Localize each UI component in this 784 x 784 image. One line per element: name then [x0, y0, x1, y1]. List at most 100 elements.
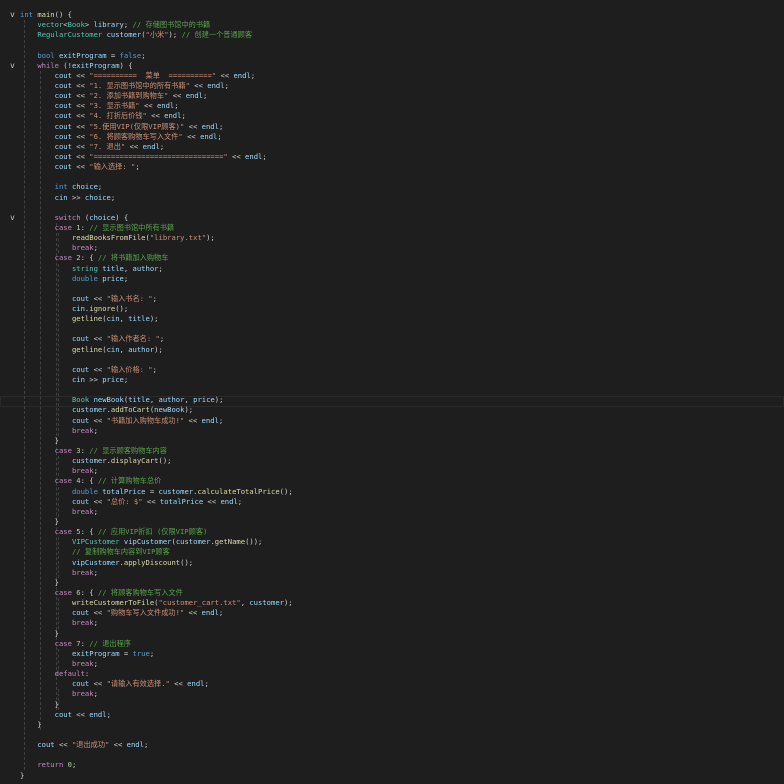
code-line[interactable]: [0, 284, 784, 294]
code-token: // 将书籍加入购物车: [97, 253, 169, 263]
code-line[interactable]: cout << "========== 菜单 ==========" << en…: [0, 71, 784, 81]
code-line[interactable]: getline(cin, title);: [0, 314, 784, 324]
code-line[interactable]: return 0;: [0, 760, 784, 770]
code-line[interactable]: [0, 750, 784, 760]
code-line[interactable]: [0, 203, 784, 213]
code-line[interactable]: cout << "2. 添加书籍到购物车" << endl;: [0, 91, 784, 101]
code-line[interactable]: [0, 355, 784, 365]
code-line[interactable]: }: [0, 720, 784, 730]
code-line[interactable]: [0, 730, 784, 740]
code-line[interactable]: case 6: { // 将顾客购物车写入文件: [0, 588, 784, 598]
code-editor[interactable]: v int main() { vector<Book> library; // 存…: [0, 0, 784, 784]
code-text: double price;: [20, 274, 128, 284]
code-line[interactable]: cout << "输入选择: ";: [0, 162, 784, 172]
code-line[interactable]: break;: [0, 618, 784, 628]
code-line[interactable]: break;: [0, 426, 784, 436]
code-token: int: [20, 10, 38, 19]
code-text: cout << "退出成功" << endl;: [20, 740, 148, 750]
code-token: cin: [54, 192, 68, 202]
code-line[interactable]: cout << "总价: $" << totalPrice << endl;: [0, 497, 784, 507]
code-token: "6. 将顾客购物车写入文件": [89, 131, 183, 141]
code-line[interactable]: // 复制购物车内容到VIP顾客: [0, 547, 784, 557]
code-token: ;: [93, 425, 98, 435]
code-line[interactable]: v while (!exitProgram) {: [0, 61, 784, 71]
code-line[interactable]: }: [0, 578, 784, 588]
fold-chevron-icon[interactable]: v: [10, 10, 15, 20]
code-line[interactable]: RegularCustomer customer("小米"); // 创建一个普…: [0, 30, 784, 40]
code-line[interactable]: Book newBook(title, author, price);: [0, 395, 784, 405]
code-token: ;: [250, 70, 256, 80]
code-line[interactable]: [0, 40, 784, 50]
code-line[interactable]: [0, 385, 784, 395]
code-line[interactable]: vipCustomer.applyDiscount();: [0, 558, 784, 568]
code-line[interactable]: v switch (choice) {: [0, 213, 784, 223]
fold-chevron-icon[interactable]: v: [10, 61, 15, 71]
code-line[interactable]: cout << "3. 显示书籍" << endl;: [0, 101, 784, 111]
code-line[interactable]: default:: [0, 669, 784, 679]
code-line[interactable]: break;: [0, 466, 784, 476]
code-line[interactable]: }: [0, 629, 784, 639]
code-text: case 5: { // 应用VIP折扣 (仅限VIP顾客): [20, 527, 208, 537]
code-line[interactable]: case 1: // 显示图书馆中所有书籍: [0, 223, 784, 233]
code-line[interactable]: case 3: // 显示顾客购物车内容: [0, 446, 784, 456]
code-line[interactable]: VIPCustomer vipCustomer(customer.getName…: [0, 537, 784, 547]
code-line[interactable]: break;: [0, 568, 784, 578]
code-token: bool: [37, 50, 59, 60]
code-line[interactable]: cout << "7. 退出" << endl;: [0, 142, 784, 152]
code-line[interactable]: cout << "书籍加入购物车成功!" << endl;: [0, 416, 784, 426]
fold-chevron-icon[interactable]: v: [10, 213, 15, 223]
code-token: endl: [142, 141, 160, 151]
code-line[interactable]: readBooksFromFile("library.txt");: [0, 233, 784, 243]
code-line[interactable]: writeCustomerToFile("customer_cart.txt",…: [0, 598, 784, 608]
code-line[interactable]: break;: [0, 689, 784, 699]
code-text: cout << "7. 退出" << endl;: [20, 141, 165, 152]
code-token: ;: [159, 141, 165, 151]
code-line[interactable]: cout << "5.使用VIP(仅限VIP顾客)" << endl;: [0, 122, 784, 132]
code-line[interactable]: cout << "6. 将顾客购物车写入文件" << endl;: [0, 132, 784, 142]
code-line[interactable]: case 5: { // 应用VIP折扣 (仅限VIP顾客): [0, 527, 784, 537]
code-line[interactable]: case 4: { // 计算购物车总价: [0, 476, 784, 486]
code-line[interactable]: cout << endl;: [0, 710, 784, 720]
code-line[interactable]: cin >> price;: [0, 375, 784, 385]
code-line[interactable]: cin >> choice;: [0, 193, 784, 203]
code-line[interactable]: cout << "购物车写入文件成功!" << endl;: [0, 608, 784, 618]
code-line[interactable]: bool exitProgram = false;: [0, 51, 784, 61]
code-line[interactable]: cin.ignore();: [0, 304, 784, 314]
code-token: "退出成功": [71, 740, 110, 750]
code-line[interactable]: cout << "退出成功" << endl;: [0, 740, 784, 750]
code-line[interactable]: [0, 324, 784, 334]
code-line[interactable]: vector<Book> library; // 存储图书馆中的书籍: [0, 20, 784, 30]
code-line[interactable]: cout << "请输入有效选择." << endl;: [0, 679, 784, 689]
code-line[interactable]: int choice;: [0, 182, 784, 192]
code-line[interactable]: cout << "输入价格: ";: [0, 365, 784, 375]
code-line[interactable]: cout << "1. 显示图书馆中的所有书籍" << endl;: [0, 81, 784, 91]
code-line[interactable]: cout << "=============================="…: [0, 152, 784, 162]
code-line[interactable]: }: [0, 700, 784, 710]
code-line[interactable]: exitProgram = true;: [0, 649, 784, 659]
code-line[interactable]: [0, 172, 784, 182]
code-line[interactable]: break;: [0, 507, 784, 517]
code-token: <<: [89, 679, 107, 689]
code-line[interactable]: cout << "输入作者名: ";: [0, 334, 784, 344]
code-text: case 4: { // 计算购物车总价: [20, 476, 162, 486]
code-line[interactable]: getline(cin, author);: [0, 345, 784, 355]
code-line[interactable]: }: [0, 771, 784, 781]
code-line[interactable]: }: [0, 436, 784, 446]
code-line[interactable]: customer.addToCart(newBook);: [0, 405, 784, 415]
code-line[interactable]: customer.displayCart();: [0, 456, 784, 466]
code-line[interactable]: case 7: // 退出程序: [0, 639, 784, 649]
code-line[interactable]: break;: [0, 243, 784, 253]
code-line[interactable]: }: [0, 517, 784, 527]
code-line[interactable]: cout << "4. 打折后价钱" << endl;: [0, 111, 784, 121]
code-line[interactable]: string title, author;: [0, 264, 784, 274]
code-line[interactable]: v int main() {: [0, 10, 784, 20]
code-line[interactable]: double totalPrice = customer.calculateTo…: [0, 487, 784, 497]
code-line[interactable]: break;: [0, 659, 784, 669]
code-line[interactable]: case 2: { // 将书籍加入购物车: [0, 253, 784, 263]
code-line[interactable]: double price;: [0, 274, 784, 284]
code-line[interactable]: cout << "输入书名: ";: [0, 294, 784, 304]
